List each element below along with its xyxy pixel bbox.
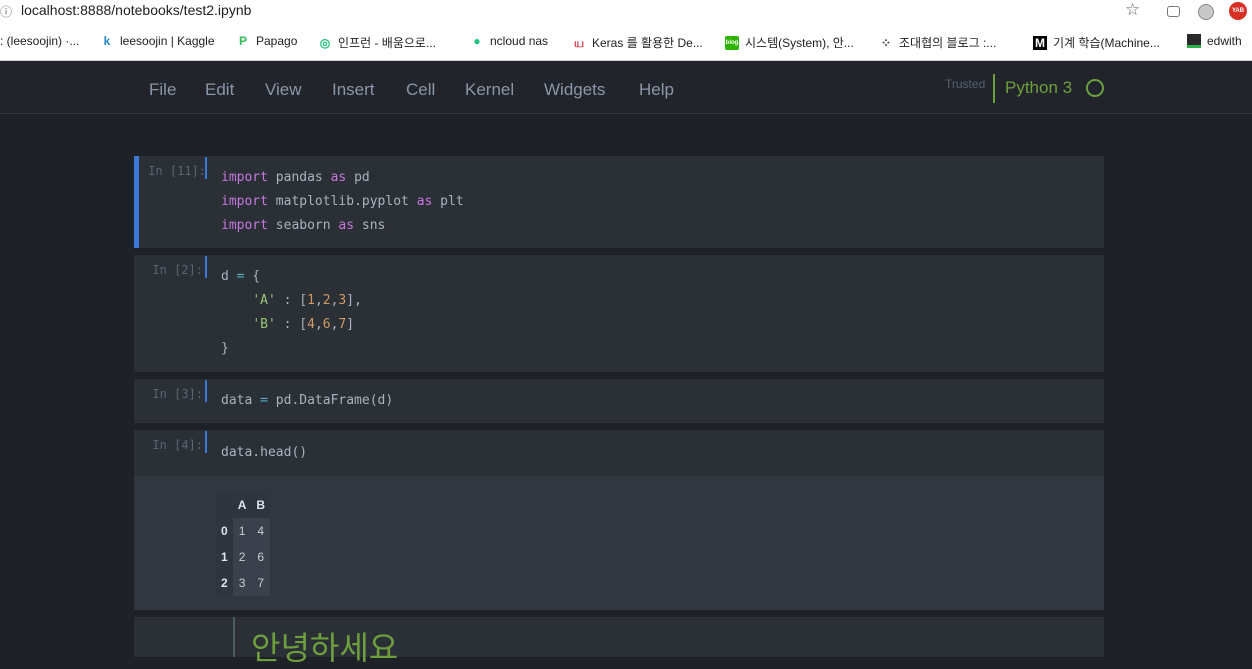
code-cell[interactable]: In [11]: import pandas as pd import matp… xyxy=(134,156,1104,248)
trusted-indicator[interactable]: Trusted xyxy=(945,77,985,91)
bookmarks-bar: : (leesoojin) ·... k leesoojin | Kaggle … xyxy=(0,23,1252,61)
table-row: 1 2 6 xyxy=(216,544,271,570)
bookmark-item[interactable]: k leesoojin | Kaggle xyxy=(100,34,215,48)
prompt-divider xyxy=(205,157,207,179)
code-editor[interactable]: data = pd.DataFrame(d) xyxy=(221,389,393,413)
medium-icon: M xyxy=(1033,35,1047,50)
bookmark-label: edwith xyxy=(1207,34,1242,48)
site-info-icon[interactable]: ⓘ xyxy=(0,3,12,20)
table-row: 2 3 7 xyxy=(216,570,271,596)
bookmark-label: 인프런 - 배움으로... xyxy=(338,36,436,50)
menu-kernel[interactable]: Kernel xyxy=(465,80,514,100)
code-line: data.head() xyxy=(221,445,308,460)
inflearn-icon: ◎ xyxy=(319,35,331,50)
code-cell[interactable]: In [2]: d = { 'A' : [1,2,3], 'B' : [4,6,… xyxy=(134,255,1104,372)
papago-icon: P xyxy=(238,34,247,48)
translate-extension-icon[interactable] xyxy=(1198,4,1214,20)
menu-view[interactable]: View xyxy=(265,80,302,100)
table-row: 0 1 4 xyxy=(216,518,271,544)
cell-prompt: In [11]: xyxy=(148,164,206,178)
code-editor[interactable]: import pandas as pd import matplotlib.py… xyxy=(221,166,464,238)
bookmark-item[interactable]: ய Keras 를 활용한 De... xyxy=(572,34,703,51)
row-index: 1 xyxy=(216,544,233,570)
menu-widgets[interactable]: Widgets xyxy=(544,80,605,100)
kernel-name[interactable]: Python 3 xyxy=(1005,78,1072,98)
bookmark-item[interactable]: ⁘ 조대협의 블로그 :... xyxy=(879,34,996,51)
table-cell: 4 xyxy=(251,518,271,544)
bookmark-star-icon[interactable]: ☆ xyxy=(1125,0,1140,20)
cast-icon[interactable] xyxy=(1167,6,1180,17)
row-index: 2 xyxy=(216,570,233,596)
code-line: d = { xyxy=(221,269,261,284)
code-cell[interactable]: In [3]: data = pd.DataFrame(d) xyxy=(134,379,1104,423)
menu-insert[interactable]: Insert xyxy=(332,80,375,100)
menu-help[interactable]: Help xyxy=(639,80,674,100)
kernel-divider xyxy=(993,74,995,103)
code-cell[interactable]: In [4]: data.head() xyxy=(134,430,1104,476)
bookmark-item[interactable]: M 기계 학습(Machine... xyxy=(1033,34,1160,51)
cell-prompt: In [2]: xyxy=(152,263,203,277)
bookmark-item[interactable]: P Papago xyxy=(236,34,297,48)
bookmark-item[interactable]: ◎ 인프런 - 배움으로... xyxy=(318,34,436,51)
code-editor[interactable]: data.head() xyxy=(221,441,307,465)
cell-output: A B 0 1 4 1 2 6 2 3 7 xyxy=(134,476,1104,610)
table-header-row: A B xyxy=(216,492,271,518)
bookmark-label: : (leesoojin) ·... xyxy=(0,34,80,48)
profile-extension-icon[interactable]: YAB xyxy=(1229,2,1247,20)
bookmark-label: leesoojin | Kaggle xyxy=(120,34,215,48)
bookmark-label: 시스템(System), 안... xyxy=(745,36,854,50)
table-cell: 7 xyxy=(251,570,271,596)
code-line: 'A' : [1,2,3], xyxy=(252,293,362,308)
prompt-divider xyxy=(205,256,207,278)
address-bar[interactable]: ⓘ localhost:8888/notebooks/test2.ipynb ☆… xyxy=(0,0,1252,23)
prompt-divider xyxy=(205,431,207,453)
blog-icon: blog xyxy=(725,35,739,50)
dataframe-table: A B 0 1 4 1 2 6 2 3 7 xyxy=(216,492,271,596)
column-header: A xyxy=(232,492,252,518)
table-cell: 2 xyxy=(232,544,252,570)
cell-prompt: In [3]: xyxy=(152,387,203,401)
ncloud-icon: ● xyxy=(473,34,481,48)
table-cell: 6 xyxy=(251,544,271,570)
code-line: import seaborn as sns xyxy=(221,218,386,233)
row-index: 0 xyxy=(216,518,233,544)
table-corner xyxy=(216,492,233,518)
bookmark-label: ncloud nas xyxy=(490,34,549,48)
bookmark-label: Keras 를 활용한 De... xyxy=(592,36,703,50)
bookmark-item[interactable]: ● ncloud nas xyxy=(470,34,548,48)
markdown-heading: 안녕하세요 xyxy=(251,629,399,667)
bookmark-label: Papago xyxy=(256,34,298,48)
menu-file[interactable]: File xyxy=(149,80,176,100)
table-cell: 3 xyxy=(232,570,252,596)
menu-cell[interactable]: Cell xyxy=(406,80,435,100)
code-line: import matplotlib.pyplot as plt xyxy=(221,194,464,209)
menu-edit[interactable]: Edit xyxy=(205,80,234,100)
dots-icon: ⁘ xyxy=(880,35,892,50)
code-line: 'B' : [4,6,7] xyxy=(252,317,355,332)
code-line: } xyxy=(221,341,229,356)
edwith-icon xyxy=(1187,34,1201,48)
brunch-icon: ய xyxy=(573,35,585,50)
blockquote-bar xyxy=(233,617,235,657)
code-line: import pandas as pd xyxy=(221,170,370,185)
bookmark-item[interactable]: : (leesoojin) ·... xyxy=(0,34,79,48)
url-text[interactable]: localhost:8888/notebooks/test2.ipynb xyxy=(21,2,251,18)
markdown-cell[interactable]: 안녕하세요 xyxy=(134,617,1104,667)
bookmark-label: 조대협의 블로그 :... xyxy=(899,36,997,50)
table-cell: 1 xyxy=(232,518,252,544)
cell-prompt: In [4]: xyxy=(152,438,203,452)
code-line: data = pd.DataFrame(d) xyxy=(221,393,394,408)
code-editor[interactable]: d = { 'A' : [1,2,3], 'B' : [4,6,7] } xyxy=(221,265,362,361)
column-header: B xyxy=(251,492,271,518)
bookmark-label: 기계 학습(Machine... xyxy=(1053,36,1160,50)
notebook-menubar: File Edit View Insert Cell Kernel Widget… xyxy=(0,61,1252,114)
kernel-status-icon xyxy=(1086,79,1104,97)
bookmark-item[interactable]: blog 시스템(System), 안... xyxy=(725,34,854,51)
prompt-divider xyxy=(205,380,207,402)
bookmark-item[interactable]: edwith xyxy=(1187,34,1242,48)
kaggle-icon: k xyxy=(103,34,111,48)
